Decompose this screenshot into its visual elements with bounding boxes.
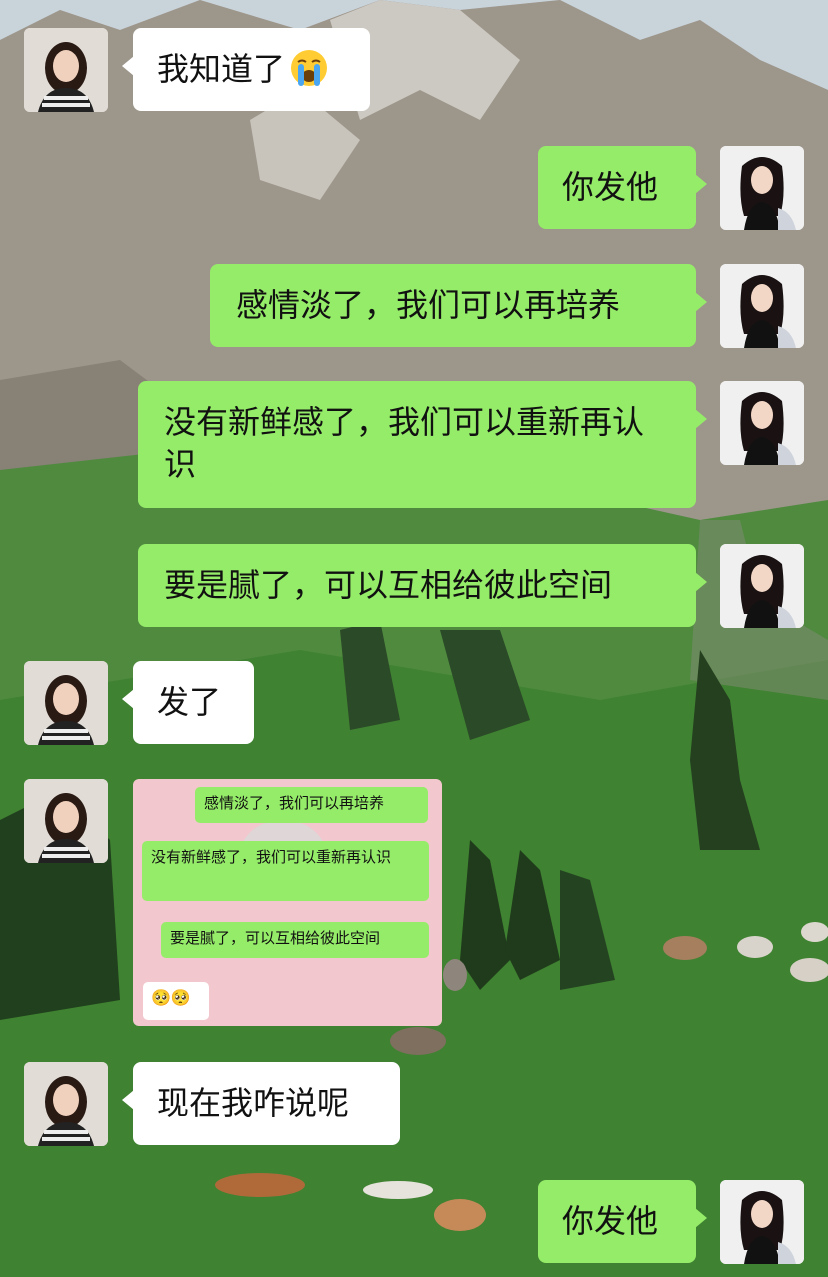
contact-avatar[interactable]: [24, 779, 108, 863]
my-avatar[interactable]: [720, 264, 804, 348]
crying-face-emoji-icon: [289, 48, 329, 88]
girl-avatar-icon: [24, 661, 108, 745]
contact-avatar[interactable]: [24, 661, 108, 745]
message-bubble-incoming[interactable]: 发了: [122, 661, 254, 744]
message-bubble-incoming[interactable]: 我知道了: [122, 28, 370, 111]
message-text: 没有新鲜感了，我们可以重新再认识: [164, 403, 645, 483]
woman-avatar-icon: [720, 264, 804, 348]
message-bubble-outgoing[interactable]: 没有新鲜感了，我们可以重新再认识: [138, 381, 707, 508]
message-text: 要是腻了，可以互相给彼此空间: [164, 566, 613, 604]
my-avatar[interactable]: [720, 381, 804, 465]
message-text: 感情淡了，我们可以再培养: [236, 286, 621, 324]
screenshot-green-bubble: 没有新鲜感了，我们可以重新再认识: [142, 841, 429, 901]
woman-avatar-icon: [720, 146, 804, 230]
girl-avatar-icon: [24, 28, 108, 112]
girl-avatar-icon: [24, 1062, 108, 1146]
image-message-screenshot[interactable]: 感情淡了，我们可以再培养 没有新鲜感了，我们可以重新再认识 要是腻了，可以互相给…: [133, 779, 442, 1026]
contact-avatar[interactable]: [24, 28, 108, 112]
message-text: 我知道了: [157, 50, 286, 88]
my-avatar[interactable]: [720, 544, 804, 628]
my-avatar[interactable]: [720, 146, 804, 230]
message-bubble-outgoing[interactable]: 感情淡了，我们可以再培养: [210, 264, 707, 347]
woman-avatar-icon: [720, 381, 804, 465]
screenshot-text: 要是腻了，可以互相给彼此空间: [170, 929, 381, 947]
message-text: 发了: [157, 683, 222, 721]
message-text: 现在我咋说呢: [157, 1084, 350, 1122]
screenshot-text: 感情淡了，我们可以再培养: [204, 794, 385, 812]
message-bubble-outgoing[interactable]: 要是腻了，可以互相给彼此空间: [138, 544, 707, 627]
message-bubble-outgoing[interactable]: 你发他: [538, 146, 707, 229]
contact-avatar[interactable]: [24, 1062, 108, 1146]
woman-avatar-icon: [720, 1180, 804, 1264]
my-avatar[interactable]: [720, 1180, 804, 1264]
pleading-face-emoji-icon: 🥺🥺: [151, 988, 191, 1007]
girl-avatar-icon: [24, 779, 108, 863]
woman-avatar-icon: [720, 544, 804, 628]
screenshot-white-bubble: 🥺🥺: [143, 982, 209, 1020]
screenshot-green-bubble: 要是腻了，可以互相给彼此空间: [161, 922, 429, 958]
message-bubble-incoming[interactable]: 现在我咋说呢: [122, 1062, 400, 1145]
message-text: 你发他: [562, 1202, 659, 1240]
message-bubble-outgoing[interactable]: 你发他: [538, 1180, 707, 1263]
message-text: 你发他: [562, 168, 659, 206]
screenshot-green-bubble: 感情淡了，我们可以再培养: [195, 787, 428, 823]
screenshot-text: 没有新鲜感了，我们可以重新再认识: [151, 848, 392, 866]
